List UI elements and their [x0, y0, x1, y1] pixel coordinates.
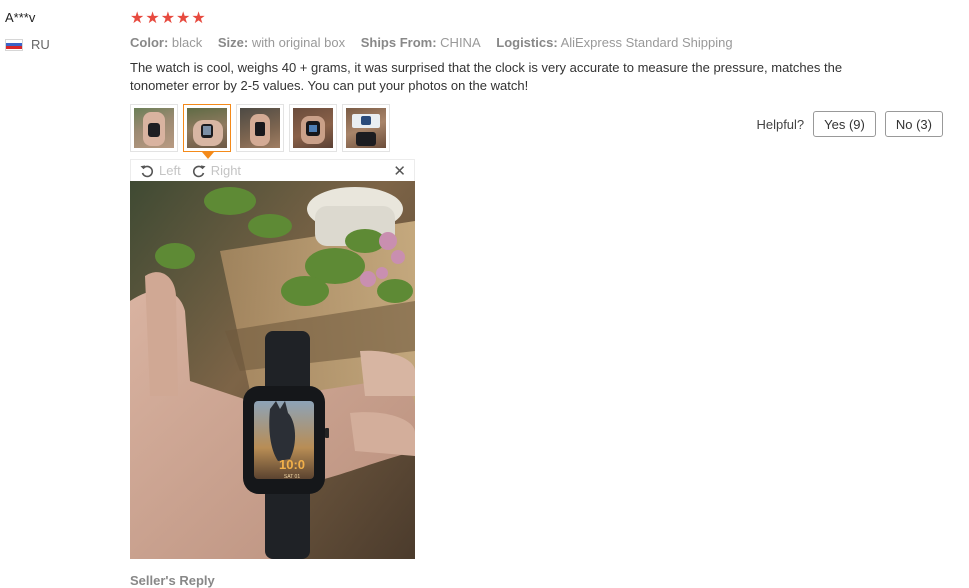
- photo-viewer: Left Right ✕ 10:0 SAT 01: [130, 159, 415, 559]
- review-thumbnail[interactable]: [342, 104, 390, 152]
- attr-size-value: with original box: [251, 35, 346, 50]
- attr-color-key: Color:: [130, 35, 169, 50]
- rotate-left-icon: [140, 164, 154, 177]
- attr-size-key: Size:: [217, 35, 249, 50]
- close-icon[interactable]: ✕: [393, 162, 406, 180]
- helpful-yes-button[interactable]: Yes (9): [813, 111, 876, 137]
- review-text: The watch is cool, weighs 40 + grams, it…: [130, 60, 843, 93]
- attr-logistics-key: Logistics:: [496, 35, 558, 50]
- review-photo-large: 10:0 SAT 01: [130, 181, 415, 559]
- rotate-left-button[interactable]: Left: [139, 163, 181, 179]
- helpful-vote: Helpful? Yes (9) No (3): [756, 111, 943, 137]
- review-photo-thumbnails: [130, 104, 390, 159]
- reviewer-name: A***v: [5, 10, 36, 25]
- attr-ships-from-key: Ships From:: [360, 35, 437, 50]
- rotate-right-icon: [192, 164, 206, 177]
- star-rating: ★ ★ ★ ★ ★: [130, 10, 206, 28]
- review-thumbnail[interactable]: [236, 104, 284, 152]
- review-thumbnail[interactable]: [289, 104, 337, 152]
- rotate-left-label: Left: [159, 163, 181, 178]
- rotate-right-button[interactable]: Right: [191, 163, 241, 179]
- russia-flag-icon: [5, 38, 23, 51]
- watch-date: SAT 01: [284, 474, 300, 480]
- star-icon: ★: [160, 10, 176, 27]
- photo-watch-on-hand: 10:0 SAT 01: [130, 181, 415, 559]
- attr-color-value: black: [171, 35, 203, 50]
- helpful-no-button[interactable]: No (3): [884, 111, 943, 137]
- attr-ships-from-value: CHINA: [440, 35, 481, 50]
- country-code: RU: [31, 37, 50, 52]
- star-icon: ★: [130, 10, 145, 27]
- watch-time: 10:0: [279, 457, 305, 472]
- review-thumbnail-active[interactable]: [183, 104, 231, 159]
- star-icon: ★: [176, 10, 191, 27]
- attr-logistics-value: AliExpress Standard Shipping: [560, 35, 733, 50]
- rotate-right-label: Right: [210, 163, 242, 178]
- helpful-label: Helpful?: [756, 116, 805, 132]
- star-icon: ★: [145, 10, 160, 27]
- order-attributes: Color: black Size: with original box Shi…: [130, 35, 733, 50]
- photo-viewer-toolbar: Left Right ✕: [130, 159, 415, 181]
- star-icon: ★: [191, 10, 206, 27]
- review-thumbnail[interactable]: [130, 104, 178, 152]
- reviewer-country: RU: [5, 37, 50, 52]
